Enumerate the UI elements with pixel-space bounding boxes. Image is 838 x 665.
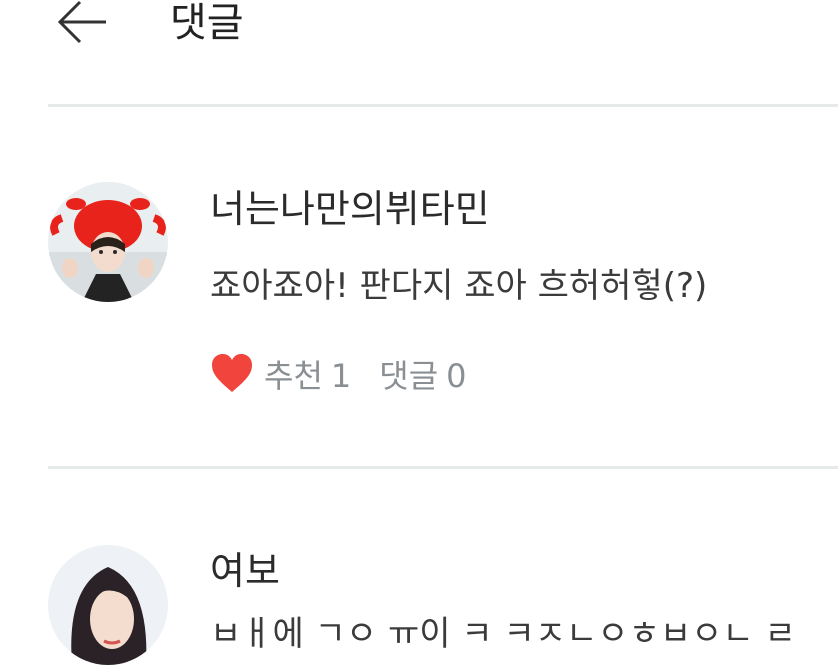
avatar[interactable]: [48, 182, 168, 302]
comment-username[interactable]: 여보: [210, 548, 280, 594]
reply-button[interactable]: 댓글 0: [379, 351, 466, 397]
comment-text: ㅂㅐ에 ㄱㅇ ㅠ이 ㅋ ㅋㅈㄴㅇㅎㅂㅇㄴ ㄹ: [210, 614, 796, 654]
avatar-image: [48, 182, 168, 302]
like-label: 추천: [264, 357, 323, 395]
back-button[interactable]: [54, 0, 110, 48]
divider: [48, 104, 838, 107]
arrow-left-icon: [57, 0, 106, 44]
reply-label: 댓글: [379, 357, 439, 395]
comment-actions: 추천 1 댓글 0: [210, 350, 495, 398]
comment-text: 죠아죠아! 판다지 죠아 흐허허헣(?): [210, 266, 708, 306]
divider: [48, 466, 838, 469]
comment-username[interactable]: 너는나만의뷔타민: [210, 186, 490, 232]
like-count: 1: [330, 357, 352, 395]
avatar[interactable]: [48, 545, 168, 665]
avatar-image: [48, 545, 168, 665]
top-bar: 댓글: [0, 0, 838, 106]
reply-count: 0: [446, 357, 467, 395]
page-title: 댓글: [170, 0, 244, 46]
like-button[interactable]: 추천 1: [264, 351, 351, 397]
heart-icon[interactable]: [210, 352, 254, 396]
